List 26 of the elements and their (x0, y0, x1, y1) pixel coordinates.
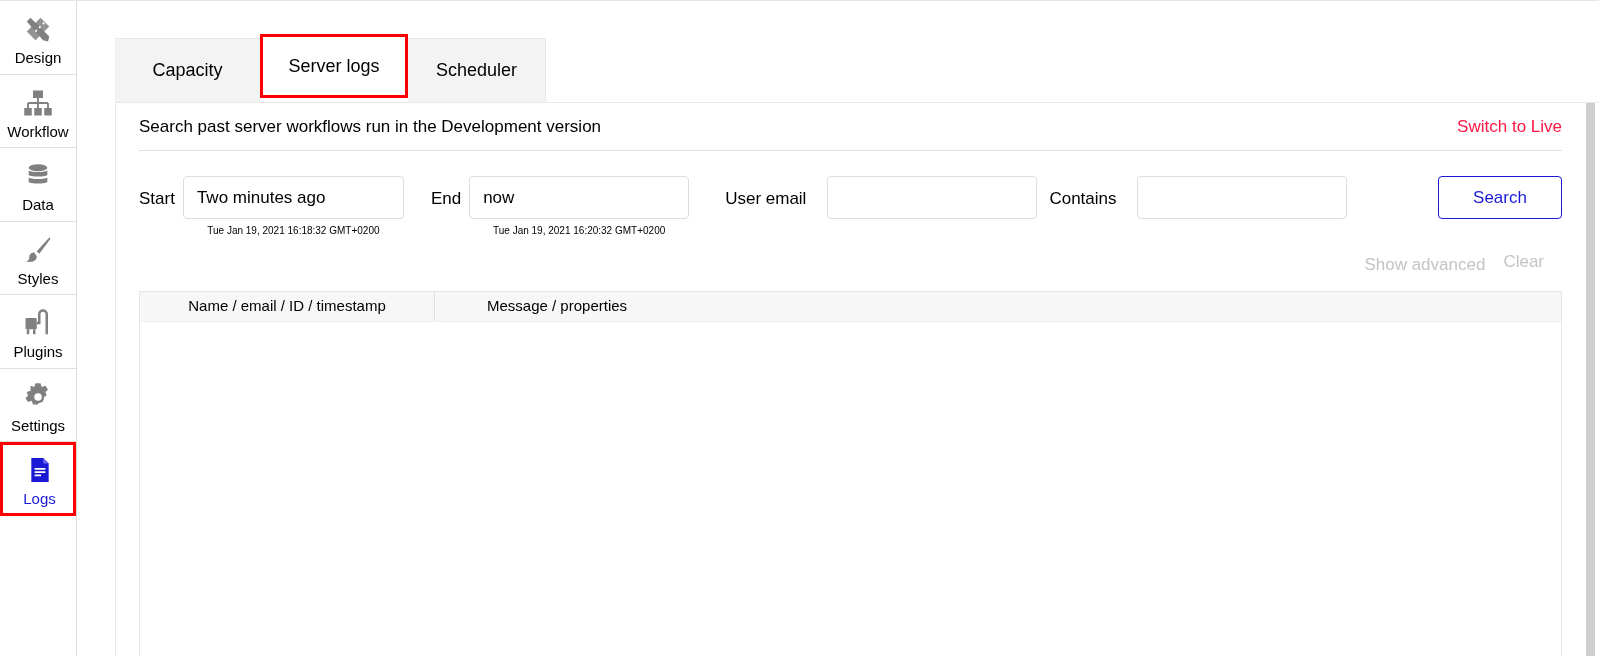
end-date-hint: Tue Jan 19, 2021 16:20:32 GMT+0200 (493, 224, 666, 238)
sidebar-item[interactable]: Design (0, 1, 76, 75)
switch-to-live-link[interactable]: Switch to Live (1457, 113, 1562, 140)
sidebar-item[interactable]: Settings (0, 368, 76, 442)
sidebar-item[interactable]: Data (0, 148, 76, 222)
column-header: Name / email / ID / timestamp (140, 291, 435, 321)
tab[interactable]: Scheduler (408, 38, 546, 102)
end-label: End (430, 188, 462, 210)
start-field[interactable]: Two minutes ago (182, 176, 404, 219)
user-email-field[interactable] (827, 176, 1038, 219)
search-button[interactable]: Search (1438, 176, 1562, 219)
sidebar-item[interactable]: Workflow (0, 74, 76, 148)
tab[interactable]: Server logs (260, 34, 408, 98)
tab[interactable]: Capacity (115, 38, 260, 102)
user-email-label: User email (725, 188, 807, 210)
start-label: Start (139, 188, 175, 210)
sidebar-item[interactable]: Logs (0, 442, 76, 516)
end-field[interactable]: now (469, 176, 690, 219)
sidebar-item[interactable]: Plugins (0, 295, 76, 369)
sidebar-item[interactable]: Styles (0, 221, 76, 295)
description-text: Search past server workflows run in the Development version (139, 115, 602, 138)
scrollbar[interactable] (1586, 103, 1595, 656)
start-date-hint: Tue Jan 19, 2021 16:18:32 GMT+0200 (207, 224, 380, 238)
contains-field[interactable] (1136, 176, 1347, 219)
contains-label: Contains (1049, 188, 1117, 210)
column-header: Message / properties (486, 295, 628, 316)
